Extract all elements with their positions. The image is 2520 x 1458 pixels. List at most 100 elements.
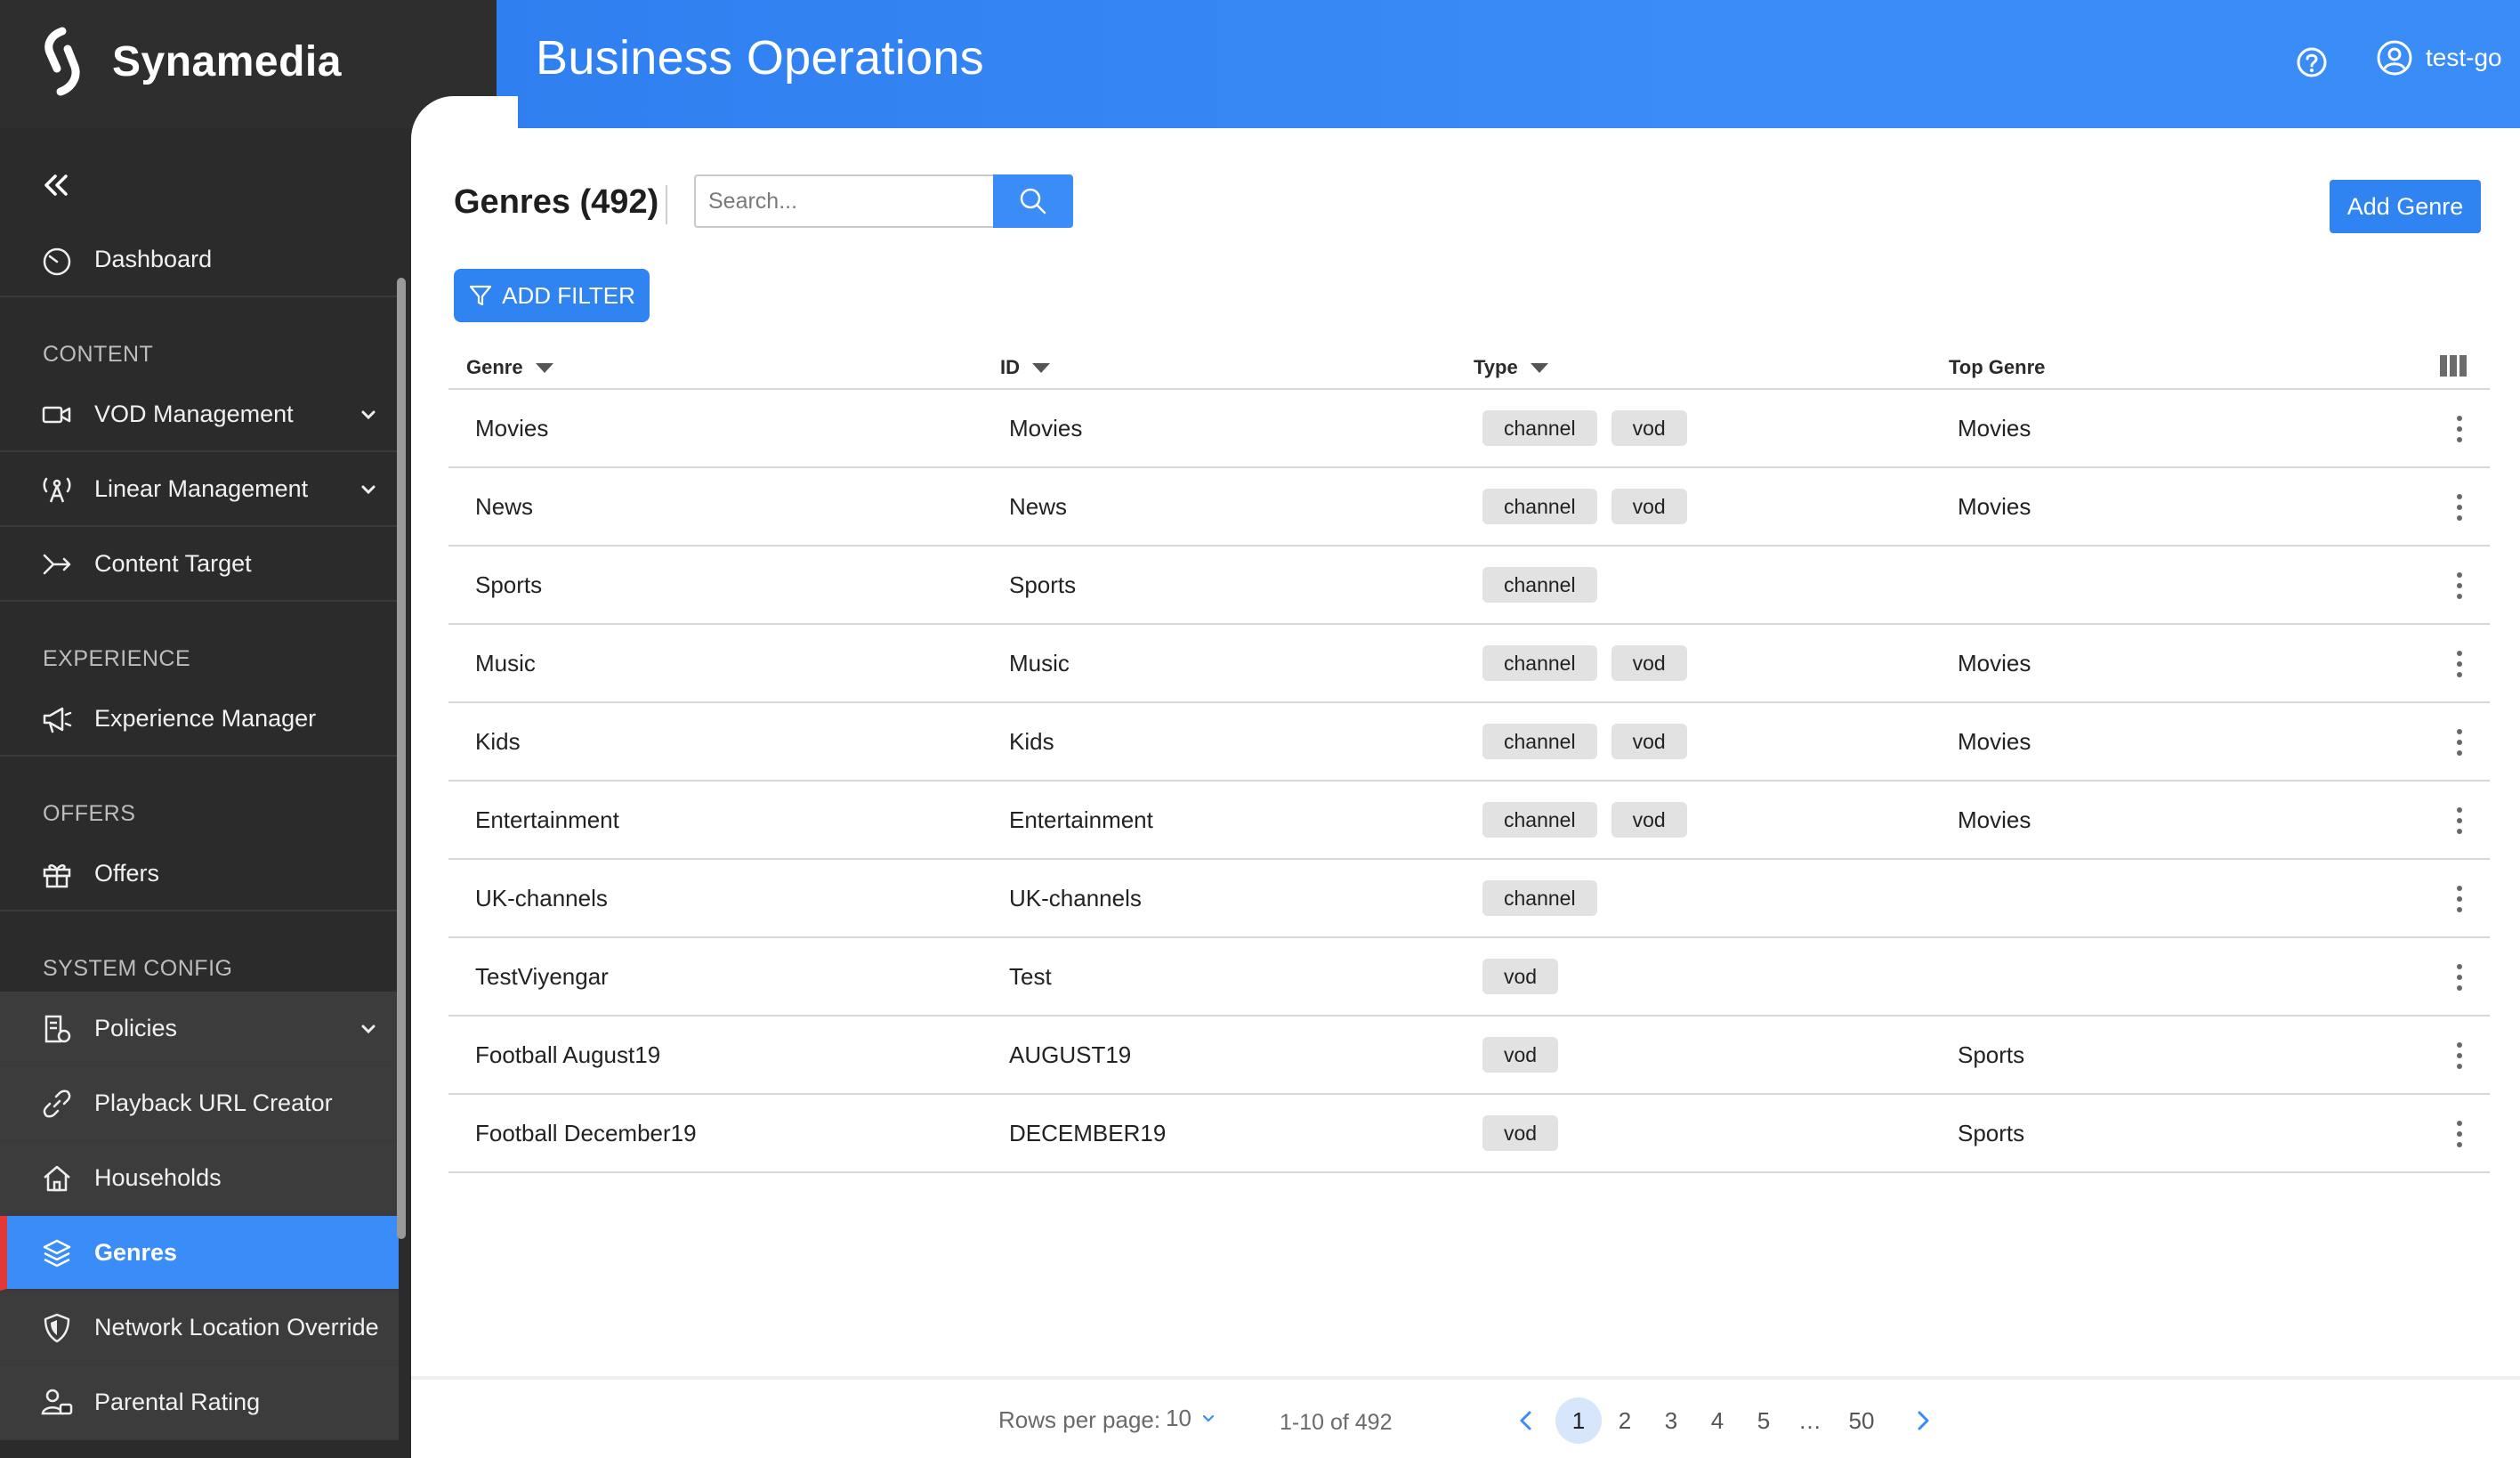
section-label-system-config: SYSTEM CONFIG <box>43 956 233 981</box>
cell-id: Sports <box>1009 571 1077 598</box>
cell-type: vod <box>1482 1017 1559 1093</box>
table-row[interactable]: Movies Movies channel vod Movies <box>448 390 2490 468</box>
sidebar-item-offers[interactable]: Offers <box>0 837 399 911</box>
sidebar-item-label: Genres <box>94 1238 178 1266</box>
page-title: Genres (492) <box>454 183 659 221</box>
row-actions-kebab-icon[interactable] <box>2452 1118 2467 1150</box>
cell-type: channel <box>1482 547 1597 623</box>
page-button[interactable]: 4 <box>1694 1397 1741 1444</box>
type-chip: vod <box>1611 489 1687 524</box>
table-row[interactable]: Entertainment Entertainment channel vod Movi… <box>448 782 2490 860</box>
table-row[interactable]: TestViyengar Test vod <box>448 938 2490 1017</box>
previous-page-icon[interactable] <box>1513 1407 1539 1434</box>
sidebar-item-playback-url-creator[interactable]: Playback URL Creator <box>0 1066 399 1141</box>
table-row[interactable]: UK-channels UK-channels channel <box>448 860 2490 938</box>
sidebar-item-label: Content Target <box>94 549 252 577</box>
row-actions-kebab-icon[interactable] <box>2452 726 2467 758</box>
search-input[interactable] <box>694 174 993 228</box>
table-header: Genre ID Type Top Genre <box>448 349 2490 390</box>
sidebar: Dashboard CONTENT VOD Management Linear … <box>0 128 406 1458</box>
row-actions-kebab-icon[interactable] <box>2452 491 2467 523</box>
next-page-icon[interactable] <box>1910 1407 1936 1434</box>
row-actions-kebab-icon[interactable] <box>2452 883 2467 915</box>
sidebar-item-vod-management[interactable]: VOD Management <box>0 377 399 452</box>
add-filter-button[interactable]: ADD FILTER <box>454 269 650 322</box>
search-button[interactable] <box>993 174 1073 228</box>
column-header-type[interactable]: Type <box>1474 356 1548 379</box>
user-menu[interactable]: test-go <box>2376 39 2502 77</box>
rows-per-page-value: 10 <box>1166 1405 1191 1431</box>
sidebar-item-dashboard[interactable]: Dashboard <box>0 223 399 297</box>
cell-type: channel vod <box>1482 468 1687 545</box>
user-avatar-icon <box>2377 40 2412 76</box>
add-genre-button[interactable]: Add Genre <box>2330 180 2481 233</box>
sidebar-item-experience-manager[interactable]: Experience Manager <box>0 682 399 757</box>
cell-top-genre: Movies <box>1958 649 2031 676</box>
cell-genre: TestViyengar <box>475 962 609 990</box>
cell-id: Kids <box>1009 727 1054 755</box>
sort-caret-icon <box>1530 362 1548 373</box>
cell-genre: Music <box>475 649 536 676</box>
table-row[interactable]: Music Music channel vod Movies <box>448 625 2490 703</box>
column-header-id[interactable]: ID <box>1000 356 1050 379</box>
type-chip: vod <box>1611 724 1687 759</box>
sidebar-item-parental-rating[interactable]: Parental Rating <box>0 1365 399 1440</box>
table-row[interactable]: Kids Kids channel vod Movies <box>448 703 2490 782</box>
table-row[interactable]: Football December19 DECEMBER19 vod Sports <box>448 1095 2490 1173</box>
sidebar-scrollbar[interactable] <box>397 278 406 1239</box>
rows-per-page-select[interactable]: 10 <box>1166 1405 1216 1432</box>
sidebar-item-label: Policies <box>94 1014 178 1041</box>
chevron-down-icon <box>361 410 376 420</box>
sidebar-item-content-target[interactable]: Content Target <box>0 527 399 602</box>
cell-type: channel vod <box>1482 625 1687 701</box>
row-actions-kebab-icon[interactable] <box>2452 961 2467 993</box>
sidebar-item-network-location-override[interactable]: Network Location Override <box>0 1291 399 1365</box>
table-row[interactable]: Sports Sports channel <box>448 547 2490 625</box>
parental-users-icon <box>41 1389 73 1415</box>
sidebar-item-households[interactable]: Households <box>0 1141 399 1216</box>
chevron-down-icon <box>1202 1414 1215 1422</box>
help-icon[interactable] <box>2294 45 2330 80</box>
page-button[interactable]: 5 <box>1741 1397 1787 1444</box>
sort-caret-icon <box>1032 362 1050 373</box>
type-chip: channel <box>1482 645 1597 681</box>
cell-genre: Movies <box>475 414 549 441</box>
row-actions-kebab-icon[interactable] <box>2452 570 2467 602</box>
page-button[interactable]: 1 <box>1555 1397 1602 1444</box>
row-actions-kebab-icon[interactable] <box>2452 648 2467 680</box>
collapse-sidebar-icon[interactable] <box>39 169 71 201</box>
page-button[interactable]: 3 <box>1648 1397 1694 1444</box>
sidebar-item-label: Dashboard <box>94 245 213 272</box>
table-row[interactable]: Football August19 AUGUST19 vod Sports <box>448 1017 2490 1095</box>
column-header-genre[interactable]: Genre <box>466 356 553 379</box>
page-button[interactable]: 2 <box>1602 1397 1648 1444</box>
megaphone-icon <box>43 707 72 733</box>
sidebar-item-genres[interactable]: Genres <box>0 1216 399 1291</box>
page-button[interactable]: 50 <box>1833 1397 1890 1444</box>
cell-top-genre: Movies <box>1958 727 2031 755</box>
sidebar-item-label: VOD Management <box>94 400 294 427</box>
dashboard-gauge-icon <box>43 247 71 276</box>
row-actions-kebab-icon[interactable] <box>2452 1040 2467 1072</box>
user-name: test-go <box>2426 44 2502 71</box>
type-chip: vod <box>1482 959 1559 994</box>
row-actions-kebab-icon[interactable] <box>2452 413 2467 445</box>
cell-id: AUGUST19 <box>1009 1041 1132 1068</box>
table-row[interactable]: News News channel vod Movies <box>448 468 2490 547</box>
sidebar-item-label: Experience Manager <box>94 704 317 732</box>
row-actions-kebab-icon[interactable] <box>2452 805 2467 837</box>
sidebar-item-policies[interactable]: Policies <box>0 992 399 1066</box>
brand[interactable]: Synamedia <box>36 23 342 100</box>
column-header-top-genre[interactable]: Top Genre <box>1949 356 2045 379</box>
cell-top-genre: Sports <box>1958 1041 2025 1068</box>
sidebar-item-linear-management[interactable]: Linear Management <box>0 452 399 527</box>
policy-document-icon <box>44 1015 71 1043</box>
sidebar-item-label: Parental Rating <box>94 1388 261 1415</box>
columns-settings-icon[interactable] <box>2438 352 2468 379</box>
footer-divider <box>411 1376 2520 1380</box>
cell-top-genre: Movies <box>1958 414 2031 441</box>
type-chip: vod <box>1611 802 1687 838</box>
brand-name: Synamedia <box>112 37 342 85</box>
sidebar-item-label: Offers <box>94 859 160 887</box>
type-chip: channel <box>1482 724 1597 759</box>
